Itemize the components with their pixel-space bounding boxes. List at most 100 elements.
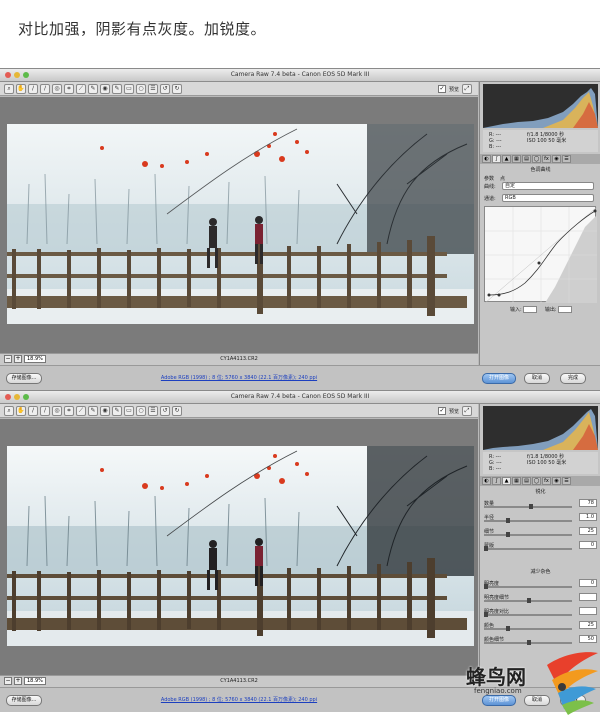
tab-effects-icon[interactable]: fx — [542, 477, 551, 485]
output-field[interactable] — [558, 306, 573, 313]
noise-reduction-value-field[interactable]: 0 — [579, 579, 597, 587]
workflow-options-link[interactable]: Adobe RGB (1998) ; 8 位; 5760 x 3840 (22.… — [0, 696, 478, 703]
hand-tool-icon[interactable]: ✋ — [16, 405, 26, 416]
tab-tone-curve-icon[interactable]: ∫ — [492, 477, 501, 485]
white-balance-tool-icon[interactable]: ∕ — [28, 83, 38, 94]
rotate-right-icon[interactable]: ↻ — [172, 405, 182, 416]
param-tab[interactable]: 参数 — [484, 175, 494, 182]
tab-split-toning-icon[interactable]: ▤ — [522, 155, 531, 163]
preview-checkbox[interactable]: ✓ — [437, 407, 446, 415]
minimize-icon[interactable] — [14, 394, 20, 400]
fullscreen-icon[interactable]: ⤢ — [462, 84, 472, 94]
noise-reduction-slider[interactable] — [484, 614, 572, 616]
white-balance-tool-icon[interactable]: ∕ — [28, 405, 38, 416]
target-adjust-tool-icon[interactable]: ◎ — [52, 405, 62, 416]
sharpen-slider-knob[interactable] — [529, 504, 533, 509]
curve-label: 曲线: — [484, 184, 496, 190]
curve-graph[interactable] — [484, 206, 598, 304]
input-field[interactable] — [523, 306, 538, 313]
tab-hsl-icon[interactable]: ▦ — [512, 155, 521, 163]
tab-lens-icon[interactable]: ◯ — [532, 477, 541, 485]
sharpen-slider[interactable] — [484, 520, 572, 522]
tab-split-toning-icon[interactable]: ▤ — [522, 477, 531, 485]
close-icon[interactable] — [5, 394, 11, 400]
tab-detail-icon[interactable]: ▲ — [502, 477, 511, 485]
graduated-filter-icon[interactable]: ▭ — [124, 405, 134, 416]
zoom-tool-icon[interactable]: ⌕ — [4, 405, 14, 416]
tab-camera-calibration-icon[interactable]: ◉ — [552, 155, 561, 163]
adjustment-brush-icon[interactable]: ✎ — [112, 405, 122, 416]
crop-tool-icon[interactable]: ⌗ — [64, 405, 74, 416]
spot-removal-tool-icon[interactable]: ✎ — [88, 405, 98, 416]
tab-camera-calibration-icon[interactable]: ◉ — [552, 477, 561, 485]
noise-reduction-value-field[interactable]: 25 — [579, 621, 597, 629]
channel-select[interactable]: RGB — [502, 194, 594, 202]
noise-reduction-slider-knob[interactable] — [484, 612, 488, 617]
noise-reduction-slider-knob[interactable] — [527, 598, 531, 603]
preferences-icon[interactable]: ☰ — [148, 83, 158, 94]
tab-tone-curve-icon[interactable]: ∫ — [492, 155, 501, 163]
preview-photo — [7, 124, 474, 324]
sharpen-slider[interactable] — [484, 534, 572, 536]
hand-tool-icon[interactable]: ✋ — [16, 83, 26, 94]
sharpen-value-field[interactable]: 0 — [579, 541, 597, 549]
preferences-icon[interactable]: ☰ — [148, 405, 158, 416]
noise-reduction-value-field[interactable] — [579, 607, 597, 615]
io-fields: 输入: 输出: — [484, 306, 597, 316]
minimize-icon[interactable] — [14, 72, 20, 78]
open-image-button[interactable]: 打开图像 — [482, 373, 516, 384]
spot-removal-tool-icon[interactable]: ✎ — [88, 83, 98, 94]
sharpen-value-field[interactable]: 25 — [579, 527, 597, 535]
tab-basic-icon[interactable]: ◐ — [482, 155, 491, 163]
cancel-button[interactable]: 取消 — [524, 373, 550, 384]
rotate-right-icon[interactable]: ↻ — [172, 83, 182, 94]
workflow-options-link[interactable]: Adobe RGB (1998) ; 8 位; 5760 x 3840 (22.… — [0, 374, 478, 381]
straighten-tool-icon[interactable]: ⟋ — [76, 405, 86, 416]
fullscreen-icon[interactable]: ⤢ — [462, 406, 472, 416]
sharpen-value-field[interactable]: 78 — [579, 499, 597, 507]
crop-tool-icon[interactable]: ⌗ — [64, 83, 74, 94]
noise-reduction-slider-knob[interactable] — [506, 626, 510, 631]
tab-detail-icon[interactable]: ▲ — [502, 155, 511, 163]
zoom-window-icon[interactable] — [23, 72, 29, 78]
done-button[interactable]: 完成 — [560, 373, 586, 384]
color-sampler-tool-icon[interactable]: ∕ — [40, 405, 50, 416]
sharpen-slider[interactable] — [484, 548, 572, 550]
tab-presets-icon[interactable]: ☰ — [562, 477, 571, 485]
fengniao-watermark: 蜂鸟网 fengniao.com — [462, 645, 600, 715]
straighten-tool-icon[interactable]: ⟋ — [76, 83, 86, 94]
sharpen-slider-knob[interactable] — [484, 546, 488, 551]
preview-canvas — [0, 419, 478, 675]
color-sampler-tool-icon[interactable]: ∕ — [40, 83, 50, 94]
red-eye-tool-icon[interactable]: ◉ — [100, 83, 110, 94]
tab-lens-icon[interactable]: ◯ — [532, 155, 541, 163]
adjustment-brush-icon[interactable]: ✎ — [112, 83, 122, 94]
graduated-filter-icon[interactable]: ▭ — [124, 83, 134, 94]
noise-reduction-slider[interactable] — [484, 586, 572, 588]
zoom-window-icon[interactable] — [23, 394, 29, 400]
close-icon[interactable] — [5, 72, 11, 78]
preview-checkbox[interactable]: ✓ — [437, 85, 446, 93]
sharpen-slider-knob[interactable] — [506, 518, 510, 523]
point-tab[interactable]: 点 — [500, 175, 505, 182]
noise-reduction-slider[interactable] — [484, 628, 572, 630]
rotate-left-icon[interactable]: ↺ — [160, 83, 170, 94]
sharpen-value-field[interactable]: 1.0 — [579, 513, 597, 521]
preview-photo — [7, 446, 474, 646]
tab-effects-icon[interactable]: fx — [542, 155, 551, 163]
tab-basic-icon[interactable]: ◐ — [482, 477, 491, 485]
rotate-left-icon[interactable]: ↺ — [160, 405, 170, 416]
sharpen-slider[interactable] — [484, 506, 572, 508]
noise-reduction-value-field[interactable]: 50 — [579, 635, 597, 643]
red-eye-tool-icon[interactable]: ◉ — [100, 405, 110, 416]
radial-filter-icon[interactable]: ○ — [136, 405, 146, 416]
tab-presets-icon[interactable]: ☰ — [562, 155, 571, 163]
noise-reduction-value-field[interactable] — [579, 593, 597, 601]
radial-filter-icon[interactable]: ○ — [136, 83, 146, 94]
sharpen-slider-knob[interactable] — [506, 532, 510, 537]
noise-reduction-slider-knob[interactable] — [484, 584, 488, 589]
zoom-tool-icon[interactable]: ⌕ — [4, 83, 14, 94]
target-adjust-tool-icon[interactable]: ◎ — [52, 83, 62, 94]
curve-select[interactable]: 自定 — [502, 182, 594, 190]
tab-hsl-icon[interactable]: ▦ — [512, 477, 521, 485]
